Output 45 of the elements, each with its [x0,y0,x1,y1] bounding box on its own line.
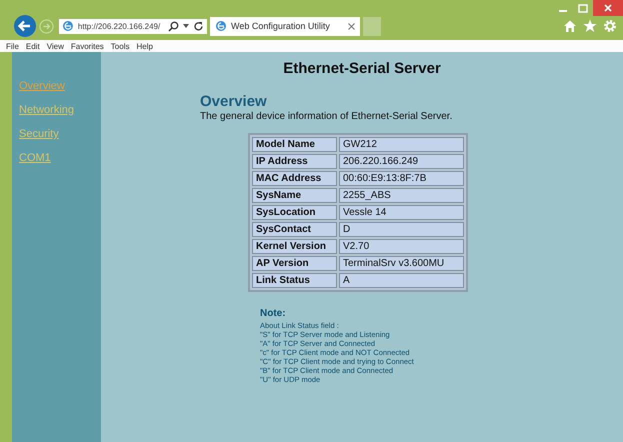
menu-item[interactable]: Tools [110,42,130,50]
field-label: SysLocation [252,205,337,220]
field-value: GW212 [339,137,464,152]
field-value: 00:60:E9:13:8F:7B [339,171,464,186]
close-tab-icon[interactable] [348,22,355,30]
field-label: Link Status [252,273,337,288]
menu-item[interactable]: Help [136,42,153,50]
globe-e-icon [215,20,227,32]
field-value: V2.70 [339,239,464,254]
field-label: IP Address [252,154,337,169]
globe-e-icon [62,20,74,32]
home-icon[interactable] [563,19,577,33]
field-value: D [339,222,464,237]
field-label: SysContact [252,222,337,237]
menu-item[interactable]: View [46,42,64,50]
field-label: MAC Address [252,171,337,186]
search-icon[interactable] [168,20,180,32]
note-title: Note: [260,308,287,319]
back-button[interactable] [14,15,36,37]
field-label: AP Version [252,256,337,271]
star-icon[interactable] [583,19,597,33]
field-value: 206.220.166.249 [339,154,464,169]
field-value: Vessle 14 [339,205,464,220]
refresh-icon[interactable] [193,20,204,32]
forward-button[interactable] [39,18,54,34]
address-bar[interactable]: http://206.220.166.249/ [59,18,207,34]
section-heading: Overview [200,93,268,110]
field-label: Model Name [252,137,337,152]
field-value: 2255_ABS [339,188,464,203]
field-label: Kernel Version [252,239,337,254]
browser-tab[interactable]: Web Configuration Utility [210,16,360,36]
field-value: TerminalSrv v3.600MU [339,256,464,271]
menu-item[interactable]: File [6,42,19,50]
page-title: Ethernet-Serial Server [282,60,442,77]
maximize-icon [578,4,588,12]
settings-icon[interactable] [603,19,617,33]
new-tab-button[interactable] [363,16,381,36]
menu-item[interactable]: Favorites [70,42,104,50]
field-label: SysName [252,188,337,203]
section-description: The general device information of Ethernet-Serial Server. [200,111,454,122]
close-icon [604,4,612,12]
menu-item[interactable]: Edit [26,42,40,50]
dropdown-caret-icon[interactable] [183,24,190,28]
field-value: A [339,273,464,288]
close-button[interactable] [593,0,623,16]
